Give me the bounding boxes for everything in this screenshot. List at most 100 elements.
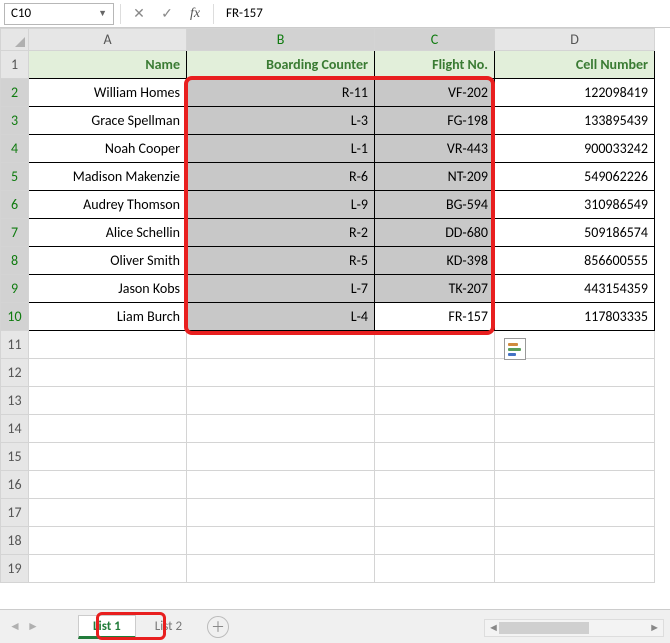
cell-empty[interactable]: [187, 555, 375, 583]
cell-boarding[interactable]: R-5: [187, 247, 375, 275]
chevron-down-icon[interactable]: ▼: [98, 8, 107, 19]
sheet-tab-list1[interactable]: List 1: [78, 615, 136, 639]
cell-empty[interactable]: [495, 499, 655, 527]
cell-empty[interactable]: [375, 443, 495, 471]
row-header[interactable]: 7: [1, 219, 29, 247]
cell-flight[interactable]: DD-680: [375, 219, 495, 247]
cell-empty[interactable]: [375, 387, 495, 415]
row-header[interactable]: 11: [1, 331, 29, 359]
cell-name[interactable]: Jason Kobs: [29, 275, 187, 303]
cell-name[interactable]: Alice Schellin: [29, 219, 187, 247]
cell-empty[interactable]: [29, 527, 187, 555]
cell-name[interactable]: Noah Cooper: [29, 135, 187, 163]
cell-cellnum[interactable]: 310986549: [495, 191, 655, 219]
horizontal-scrollbar[interactable]: ◄ ►: [484, 619, 664, 637]
cell-empty[interactable]: [187, 331, 375, 359]
row-header[interactable]: 5: [1, 163, 29, 191]
cell-cellnum[interactable]: 549062226: [495, 163, 655, 191]
quick-analysis-icon[interactable]: [504, 338, 526, 360]
cell-empty[interactable]: [375, 415, 495, 443]
cell-empty[interactable]: [495, 555, 655, 583]
cell-boarding[interactable]: L-9: [187, 191, 375, 219]
cell-flight[interactable]: FG-198: [375, 107, 495, 135]
formula-input[interactable]: [220, 3, 670, 25]
cell-empty[interactable]: [495, 387, 655, 415]
scroll-thumb[interactable]: [499, 622, 589, 634]
cell-empty[interactable]: [29, 387, 187, 415]
cell-empty[interactable]: [187, 387, 375, 415]
cell-name[interactable]: William Homes: [29, 79, 187, 107]
cell-flight[interactable]: BG-594: [375, 191, 495, 219]
header-cell-cellnum[interactable]: Cell Number: [495, 51, 655, 79]
cell-flight[interactable]: NT-209: [375, 163, 495, 191]
row-header[interactable]: 3: [1, 107, 29, 135]
row-header[interactable]: 4: [1, 135, 29, 163]
row-header[interactable]: 15: [1, 443, 29, 471]
cell-empty[interactable]: [375, 359, 495, 387]
cell-boarding[interactable]: L-7: [187, 275, 375, 303]
cell-boarding[interactable]: L-3: [187, 107, 375, 135]
cell-empty[interactable]: [29, 415, 187, 443]
row-header[interactable]: 9: [1, 275, 29, 303]
cell-empty[interactable]: [495, 415, 655, 443]
cell-empty[interactable]: [187, 471, 375, 499]
col-header-D[interactable]: D: [495, 29, 655, 51]
cell-empty[interactable]: [187, 415, 375, 443]
cell-cellnum[interactable]: 509186574: [495, 219, 655, 247]
cell-empty[interactable]: [29, 359, 187, 387]
row-header[interactable]: 13: [1, 387, 29, 415]
row-header[interactable]: 6: [1, 191, 29, 219]
cell-empty[interactable]: [375, 471, 495, 499]
cell-boarding[interactable]: R-11: [187, 79, 375, 107]
cell-name[interactable]: Liam Burch: [29, 303, 187, 331]
col-header-B[interactable]: B: [187, 29, 375, 51]
cell-empty[interactable]: [187, 359, 375, 387]
cell-empty[interactable]: [187, 527, 375, 555]
row-header[interactable]: 10: [1, 303, 29, 331]
cell-flight[interactable]: FR-157: [375, 303, 495, 331]
cell-cellnum[interactable]: 856600555: [495, 247, 655, 275]
cancel-formula-icon[interactable]: ✕: [127, 3, 151, 25]
cell-empty[interactable]: [187, 499, 375, 527]
fx-icon[interactable]: fx: [183, 3, 207, 25]
sheet-tab-list2[interactable]: List 2: [140, 615, 197, 639]
cell-empty[interactable]: [375, 555, 495, 583]
cell-cellnum[interactable]: 133895439: [495, 107, 655, 135]
worksheet-grid[interactable]: A B C D 1 Name Boarding Counter Flight N…: [0, 28, 670, 593]
cell-empty[interactable]: [375, 499, 495, 527]
cell-name[interactable]: Oliver Smith: [29, 247, 187, 275]
cell-name[interactable]: Audrey Thomson: [29, 191, 187, 219]
col-header-C[interactable]: C: [375, 29, 495, 51]
scroll-right-icon[interactable]: ►: [649, 621, 660, 634]
row-header[interactable]: 17: [1, 499, 29, 527]
cell-boarding[interactable]: R-6: [187, 163, 375, 191]
accept-formula-icon[interactable]: ✓: [155, 3, 179, 25]
cell-boarding[interactable]: R-2: [187, 219, 375, 247]
row-header[interactable]: 8: [1, 247, 29, 275]
add-sheet-button[interactable]: ＋: [207, 616, 229, 638]
cell-flight[interactable]: VF-202: [375, 79, 495, 107]
cell-empty[interactable]: [29, 443, 187, 471]
cell-cellnum[interactable]: 117803335: [495, 303, 655, 331]
cell-empty[interactable]: [375, 331, 495, 359]
cell-empty[interactable]: [29, 331, 187, 359]
header-cell-boarding[interactable]: Boarding Counter: [187, 51, 375, 79]
select-all-corner[interactable]: [1, 29, 29, 51]
row-header[interactable]: 18: [1, 527, 29, 555]
cell-flight[interactable]: TK-207: [375, 275, 495, 303]
cell-name[interactable]: Madison Makenzie: [29, 163, 187, 191]
cell-cellnum[interactable]: 122098419: [495, 79, 655, 107]
cell-empty[interactable]: [495, 527, 655, 555]
header-cell-name[interactable]: Name: [29, 51, 187, 79]
row-header[interactable]: 2: [1, 79, 29, 107]
cell-cellnum[interactable]: 443154359: [495, 275, 655, 303]
row-header[interactable]: 19: [1, 555, 29, 583]
cell-name[interactable]: Grace Spellman: [29, 107, 187, 135]
tab-nav-prev-icon[interactable]: ◄: [8, 618, 22, 636]
cell-empty[interactable]: [29, 471, 187, 499]
cell-empty[interactable]: [495, 359, 655, 387]
cell-cellnum[interactable]: 900033242: [495, 135, 655, 163]
cell-boarding[interactable]: L-1: [187, 135, 375, 163]
tab-nav-next-icon[interactable]: ►: [26, 618, 40, 636]
row-header[interactable]: 16: [1, 471, 29, 499]
